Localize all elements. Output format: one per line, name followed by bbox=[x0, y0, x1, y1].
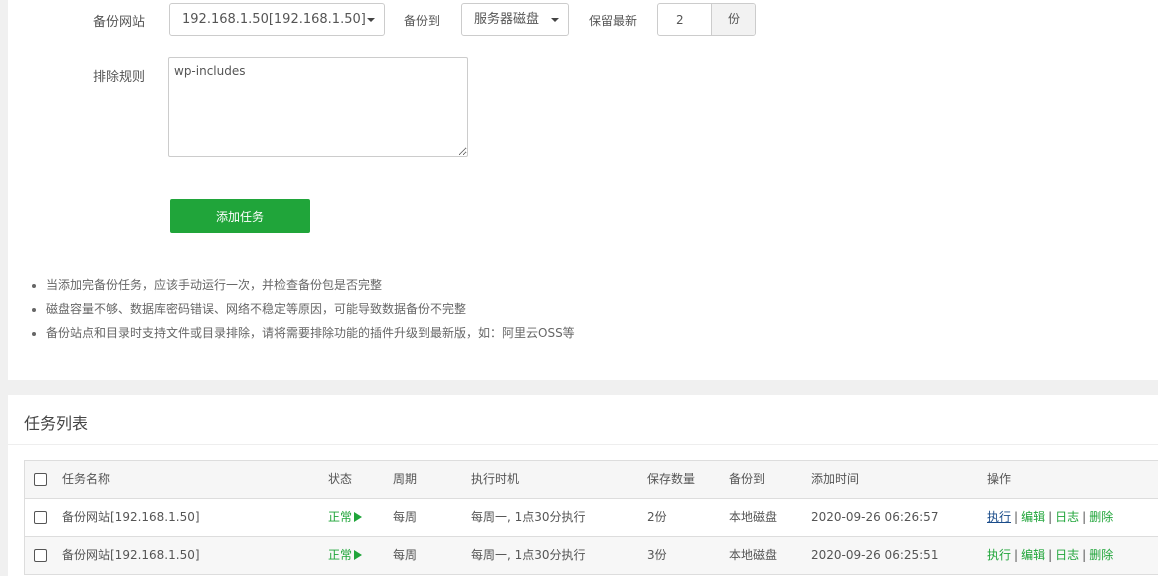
select-all-checkbox[interactable] bbox=[34, 473, 47, 486]
run-link[interactable]: 执行 bbox=[987, 510, 1011, 524]
table-header: 任务名称 状态 周期 执行时机 保存数量 备份到 添加时间 操作 bbox=[25, 461, 1158, 499]
col-cycle: 周期 bbox=[393, 472, 418, 486]
keep-count-group: 份 bbox=[657, 3, 756, 36]
tip-item: 备份站点和目录时支持文件或目录排除，请将需要排除功能的插件升级到最新版，如：阿里… bbox=[46, 325, 575, 349]
tips-list: 当添加完备份任务，应该手动运行一次，并检查备份包是否完整 磁盘容量不够、数据库密… bbox=[24, 277, 575, 349]
task-dest: 本地磁盘 bbox=[729, 548, 778, 562]
col-actions: 操作 bbox=[987, 472, 1012, 486]
delete-link[interactable]: 删除 bbox=[1089, 510, 1113, 524]
caret-down-icon bbox=[367, 18, 375, 22]
site-label: 备份网站 bbox=[93, 15, 146, 30]
task-name: 备份网站[192.168.1.50] bbox=[62, 510, 200, 524]
task-count: 2份 bbox=[647, 510, 667, 524]
task-cycle: 每周 bbox=[393, 548, 418, 562]
caret-down-icon bbox=[551, 18, 559, 22]
run-link[interactable]: 执行 bbox=[987, 548, 1011, 562]
add-task-button[interactable]: 添加任务 bbox=[170, 199, 310, 233]
col-dest: 备份到 bbox=[729, 472, 766, 486]
dest-select-value: 服务器磁盘 bbox=[474, 12, 540, 27]
play-icon bbox=[354, 512, 363, 522]
status-toggle[interactable]: 正常 bbox=[328, 499, 363, 536]
task-table: 任务名称 状态 周期 执行时机 保存数量 备份到 添加时间 操作 备份网站[19… bbox=[24, 460, 1158, 575]
task-count: 3份 bbox=[647, 548, 667, 562]
keep-count-unit: 份 bbox=[711, 4, 755, 35]
site-select[interactable]: 192.168.1.50[192.168.1.50] bbox=[169, 3, 385, 36]
site-select-value: 192.168.1.50[192.168.1.50] bbox=[182, 12, 366, 27]
task-added: 2020-09-26 06:26:57 bbox=[811, 510, 939, 524]
status-text: 正常 bbox=[328, 548, 353, 562]
exclude-rules-textarea[interactable]: wp-includes bbox=[168, 57, 468, 157]
keep-label: 保留最新 bbox=[589, 14, 638, 28]
task-actions: 执行 | 编辑 | 日志 | 删除 bbox=[987, 548, 1114, 562]
dest-label: 备份到 bbox=[404, 14, 441, 28]
play-icon bbox=[354, 550, 363, 560]
row-checkbox[interactable] bbox=[34, 549, 47, 562]
keep-count-input[interactable] bbox=[658, 4, 711, 35]
tip-item: 当添加完备份任务，应该手动运行一次，并检查备份包是否完整 bbox=[46, 277, 575, 301]
table-row: 备份网站[192.168.1.50] 正常 每周 每周一, 1点30分执行 2份… bbox=[25, 499, 1158, 537]
task-list-title: 任务列表 bbox=[24, 414, 89, 433]
row-checkbox[interactable] bbox=[34, 511, 47, 524]
col-timing: 执行时机 bbox=[471, 472, 520, 486]
log-link[interactable]: 日志 bbox=[1055, 548, 1079, 562]
delete-link[interactable]: 删除 bbox=[1089, 548, 1113, 562]
dest-select[interactable]: 服务器磁盘 bbox=[461, 3, 569, 36]
col-name: 任务名称 bbox=[62, 472, 111, 486]
divider bbox=[8, 444, 1158, 445]
exclude-label: 排除规则 bbox=[93, 70, 146, 85]
status-toggle[interactable]: 正常 bbox=[328, 537, 363, 574]
log-link[interactable]: 日志 bbox=[1055, 510, 1079, 524]
task-name: 备份网站[192.168.1.50] bbox=[62, 548, 200, 562]
task-dest: 本地磁盘 bbox=[729, 510, 778, 524]
table-row: 备份网站[192.168.1.50] 正常 每周 每周一, 1点30分执行 3份… bbox=[25, 537, 1158, 575]
col-added: 添加时间 bbox=[811, 472, 860, 486]
col-count: 保存数量 bbox=[647, 472, 696, 486]
task-actions: 执行 | 编辑 | 日志 | 删除 bbox=[987, 510, 1114, 524]
edit-link[interactable]: 编辑 bbox=[1021, 548, 1045, 562]
tip-item: 磁盘容量不够、数据库密码错误、网络不稳定等原因，可能导致数据备份不完整 bbox=[46, 301, 575, 325]
task-timing: 每周一, 1点30分执行 bbox=[471, 510, 586, 524]
task-timing: 每周一, 1点30分执行 bbox=[471, 548, 586, 562]
status-text: 正常 bbox=[328, 510, 353, 524]
task-added: 2020-09-26 06:25:51 bbox=[811, 548, 939, 562]
task-cycle: 每周 bbox=[393, 510, 418, 524]
edit-link[interactable]: 编辑 bbox=[1021, 510, 1045, 524]
col-status: 状态 bbox=[328, 472, 353, 486]
